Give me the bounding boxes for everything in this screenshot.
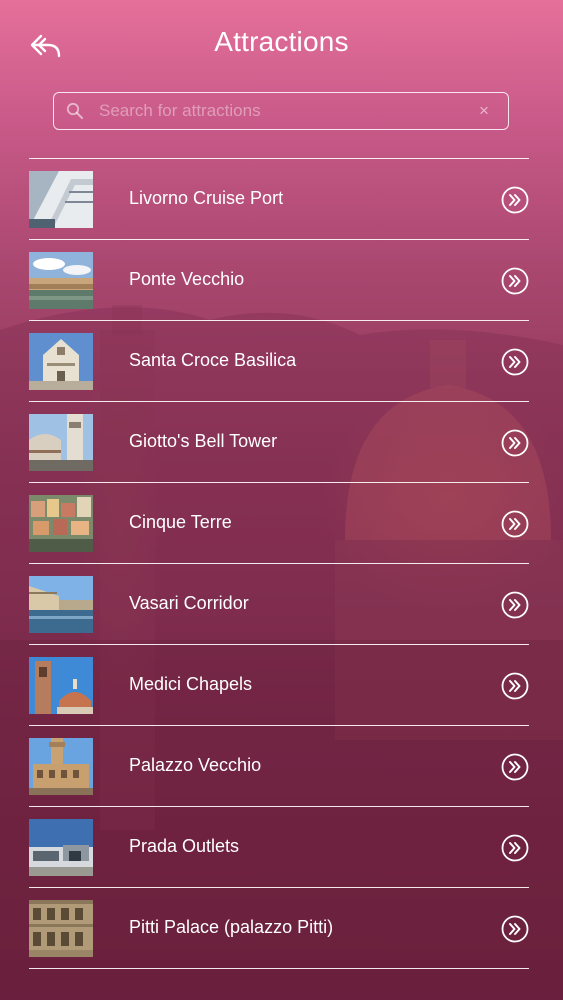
double-chevron-right-icon[interactable] [501,429,529,457]
attraction-name: Vasari Corridor [129,593,249,613]
attraction-name: Pitti Palace (palazzo Pitti) [129,917,334,937]
corridor-river-photo [29,576,93,633]
clear-icon[interactable]: × [474,101,494,121]
double-chevron-right-icon[interactable] [501,510,529,538]
double-chevron-right-icon[interactable] [501,186,529,214]
palace-facade-photo [29,900,93,957]
list-item[interactable]: Livorno Cruise Port [29,159,529,240]
attractions-list: Livorno Cruise Port Ponte Vecchio Santa … [29,158,529,969]
list-item[interactable]: Vasari Corridor [29,564,529,645]
chapel-dome-photo [29,657,93,714]
coastal-village-photo [29,495,93,552]
palazzo-tower-photo [29,738,93,795]
list-item[interactable]: Ponte Vecchio [29,240,529,321]
double-chevron-right-icon[interactable] [501,348,529,376]
list-item[interactable]: Palazzo Vecchio [29,726,529,807]
list-item[interactable]: Medici Chapels [29,645,529,726]
cruise-ship-photo [29,171,93,228]
attraction-name: Ponte Vecchio [129,269,245,289]
double-chevron-right-icon[interactable] [501,915,529,943]
double-chevron-right-icon[interactable] [501,753,529,781]
double-chevron-right-icon[interactable] [501,591,529,619]
attraction-name: Giotto's Bell Tower [129,431,278,451]
list-item[interactable]: Giotto's Bell Tower [29,402,529,483]
outlet-building-photo [29,819,93,876]
double-chevron-right-icon[interactable] [501,267,529,295]
attraction-name: Palazzo Vecchio [129,755,262,775]
attractions-screen: Attractions × Livorno Cruise Port [0,0,563,1000]
double-chevron-right-icon[interactable] [501,834,529,862]
page-title: Attractions [214,26,349,57]
list-item[interactable]: Cinque Terre [29,483,529,564]
attraction-name: Prada Outlets [129,836,240,856]
search-input[interactable] [99,94,469,128]
bell-tower-photo [29,414,93,471]
search-icon [66,102,83,119]
basilica-facade-photo [29,333,93,390]
double-chevron-right-icon[interactable] [501,672,529,700]
list-item[interactable]: Prada Outlets [29,807,529,888]
river-bridge-photo [29,252,93,309]
search-bar: × [53,92,509,130]
list-item[interactable]: Santa Croce Basilica [29,321,529,402]
list-item[interactable]: Pitti Palace (palazzo Pitti) [29,888,529,969]
attraction-name: Medici Chapels [129,674,253,694]
attraction-name: Santa Croce Basilica [129,350,297,370]
attraction-name: Cinque Terre [129,512,232,532]
attraction-name: Livorno Cruise Port [129,188,284,208]
